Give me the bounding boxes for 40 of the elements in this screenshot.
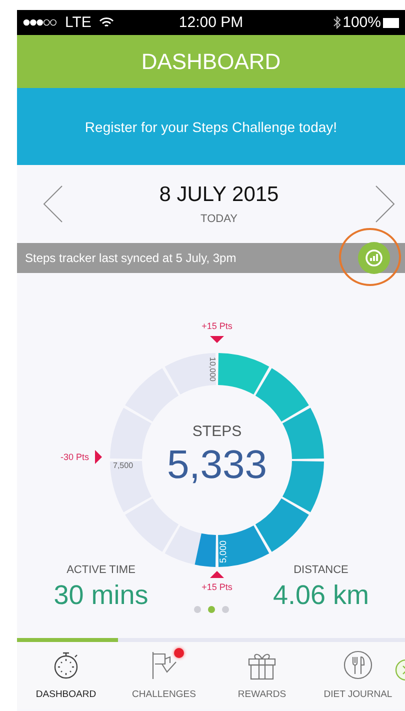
points-label: +15 Pts	[202, 321, 232, 331]
chart-icon	[365, 249, 383, 267]
sync-button[interactable]	[358, 242, 390, 274]
tab-item[interactable]: REWARDS	[213, 642, 311, 709]
stat-value: 30 mins	[54, 580, 148, 611]
steps-count: 5,333	[166, 443, 268, 487]
points-label: -30 Pts	[60, 452, 89, 462]
bluetooth-icon	[332, 16, 341, 29]
tick-label: 10,000	[208, 357, 217, 382]
battery-icon	[383, 18, 399, 28]
flag-icon	[150, 650, 178, 680]
page-title: DASHBOARD	[141, 48, 281, 74]
carrier-label: LTE	[65, 14, 92, 31]
stopwatch-icon	[52, 650, 80, 680]
signal-icon	[23, 19, 57, 26]
tick-label: 7,500	[113, 461, 134, 470]
pointer-icon	[95, 450, 102, 464]
stat-value: 4.06 km	[272, 580, 370, 611]
pointer-icon	[210, 571, 224, 578]
tab-item[interactable]: DIET JOURNAL	[311, 642, 405, 709]
battery-percent: 100%	[342, 14, 381, 31]
page-dot[interactable]	[222, 606, 228, 613]
pointer-icon	[210, 336, 224, 343]
tick-label: 5,000	[218, 540, 228, 563]
previous-day-icon[interactable]	[43, 185, 63, 223]
wifi-icon	[99, 17, 114, 28]
stat-label: DISTANCE	[294, 564, 348, 576]
gauge-title: STEPS	[192, 423, 242, 440]
tab-item[interactable]: CHALLENGES	[115, 642, 213, 709]
page-dot[interactable]	[208, 606, 214, 613]
date-subtitle: TODAY	[200, 213, 238, 225]
stat-label: ACTIVE TIME	[66, 564, 136, 576]
next-day-icon[interactable]	[374, 185, 395, 223]
cutlery-icon	[343, 650, 373, 680]
page-dot[interactable]	[194, 606, 200, 613]
current-date: 8 JULY 2015	[159, 183, 279, 207]
status-time: 12:00 PM	[178, 14, 244, 31]
sync-status-text: Steps tracker last synced at 5 July, 3pm	[25, 251, 236, 265]
points-label: +15 Pts	[202, 582, 232, 592]
tab-item[interactable]: DASHBOARD	[17, 642, 115, 709]
